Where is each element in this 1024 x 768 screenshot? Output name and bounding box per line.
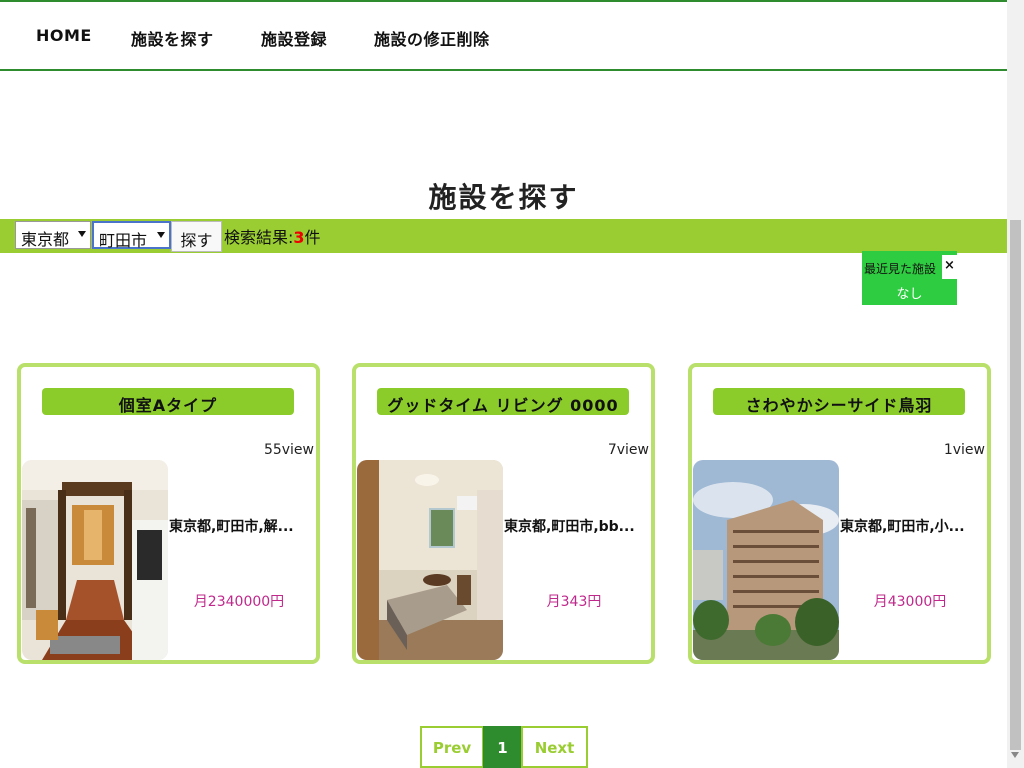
facility-card[interactable]: 個室Aタイプ 55view 東京都,町田市,解... 月2340000円	[17, 363, 320, 664]
top-navbar: HOME 施設を探す 施設登録 施設の修正削除	[0, 0, 1007, 71]
nav-home-link[interactable]: HOME	[36, 26, 92, 45]
city-select-value: 町田市	[99, 231, 148, 250]
facility-bedroom-photo[interactable]	[357, 460, 503, 660]
search-button[interactable]: 探す	[171, 221, 222, 252]
city-select[interactable]: 町田市	[92, 221, 171, 250]
nav-register-link[interactable]: 施設登録	[261, 26, 327, 50]
nav-edit-link[interactable]: 施設の修正削除	[374, 26, 490, 50]
recently-viewed-empty: なし	[896, 287, 923, 302]
pagination-next-button[interactable]: Next	[521, 726, 588, 768]
facility-card-address: 東京都,町田市,解...	[169, 519, 294, 535]
search-bar: 東京都 町田市 探す 検索結果:3件	[0, 219, 1007, 253]
result-unit: 件	[304, 228, 321, 247]
facility-card-title[interactable]: グッドタイム リビング 0000	[377, 388, 629, 415]
page-title: 施設を探す	[428, 181, 579, 214]
facility-card-address: 東京都,町田市,bb...	[504, 519, 635, 535]
facility-building-photo[interactable]	[693, 460, 839, 660]
scroll-down-arrow-icon[interactable]	[1011, 752, 1019, 758]
facility-card-views: 1view	[943, 442, 985, 458]
scrollbar-thumb[interactable]	[1010, 220, 1021, 750]
facility-card-title[interactable]: 個室Aタイプ	[42, 388, 294, 415]
facility-card-price: 月343円	[546, 594, 602, 610]
chevron-down-icon	[78, 231, 86, 237]
pagination-prev-button[interactable]: Prev	[420, 726, 484, 768]
facility-card-price: 月2340000円	[193, 594, 285, 610]
facility-card[interactable]: グッドタイム リビング 0000 7view 東京都,町田市,bb... 月34…	[352, 363, 655, 664]
facility-hallway-photo[interactable]	[22, 460, 168, 660]
recently-viewed-title: 最近見た施設	[864, 262, 937, 276]
page: HOME 施設を探す 施設登録 施設の修正削除 施設を探す 東京都 町田市 探す…	[0, 0, 1024, 768]
result-count: 3	[293, 228, 305, 247]
recently-viewed-panel: 最近見た施設 × なし	[862, 251, 957, 305]
prefecture-select[interactable]: 東京都	[15, 221, 91, 249]
nav-search-link[interactable]: 施設を探す	[131, 26, 214, 50]
facility-card-views: 55view	[263, 442, 314, 458]
pagination-page-1-button[interactable]: 1	[483, 726, 522, 768]
result-label: 検索結果:	[224, 228, 294, 247]
facility-card-title[interactable]: さわやかシーサイド鳥羽	[713, 388, 965, 415]
vertical-scrollbar[interactable]	[1007, 0, 1024, 768]
close-icon[interactable]: ×	[942, 255, 957, 279]
facility-card-price: 月43000円	[873, 594, 947, 610]
facility-card-views: 7view	[607, 442, 649, 458]
facility-card[interactable]: さわやかシーサイド鳥羽 1view 東京都,町田市,小... 月43000円	[688, 363, 991, 664]
facility-card-address: 東京都,町田市,小...	[840, 519, 965, 535]
chevron-down-icon	[157, 232, 165, 238]
prefecture-select-value: 東京都	[21, 230, 70, 249]
search-result-summary: 検索結果:3件	[224, 224, 321, 248]
